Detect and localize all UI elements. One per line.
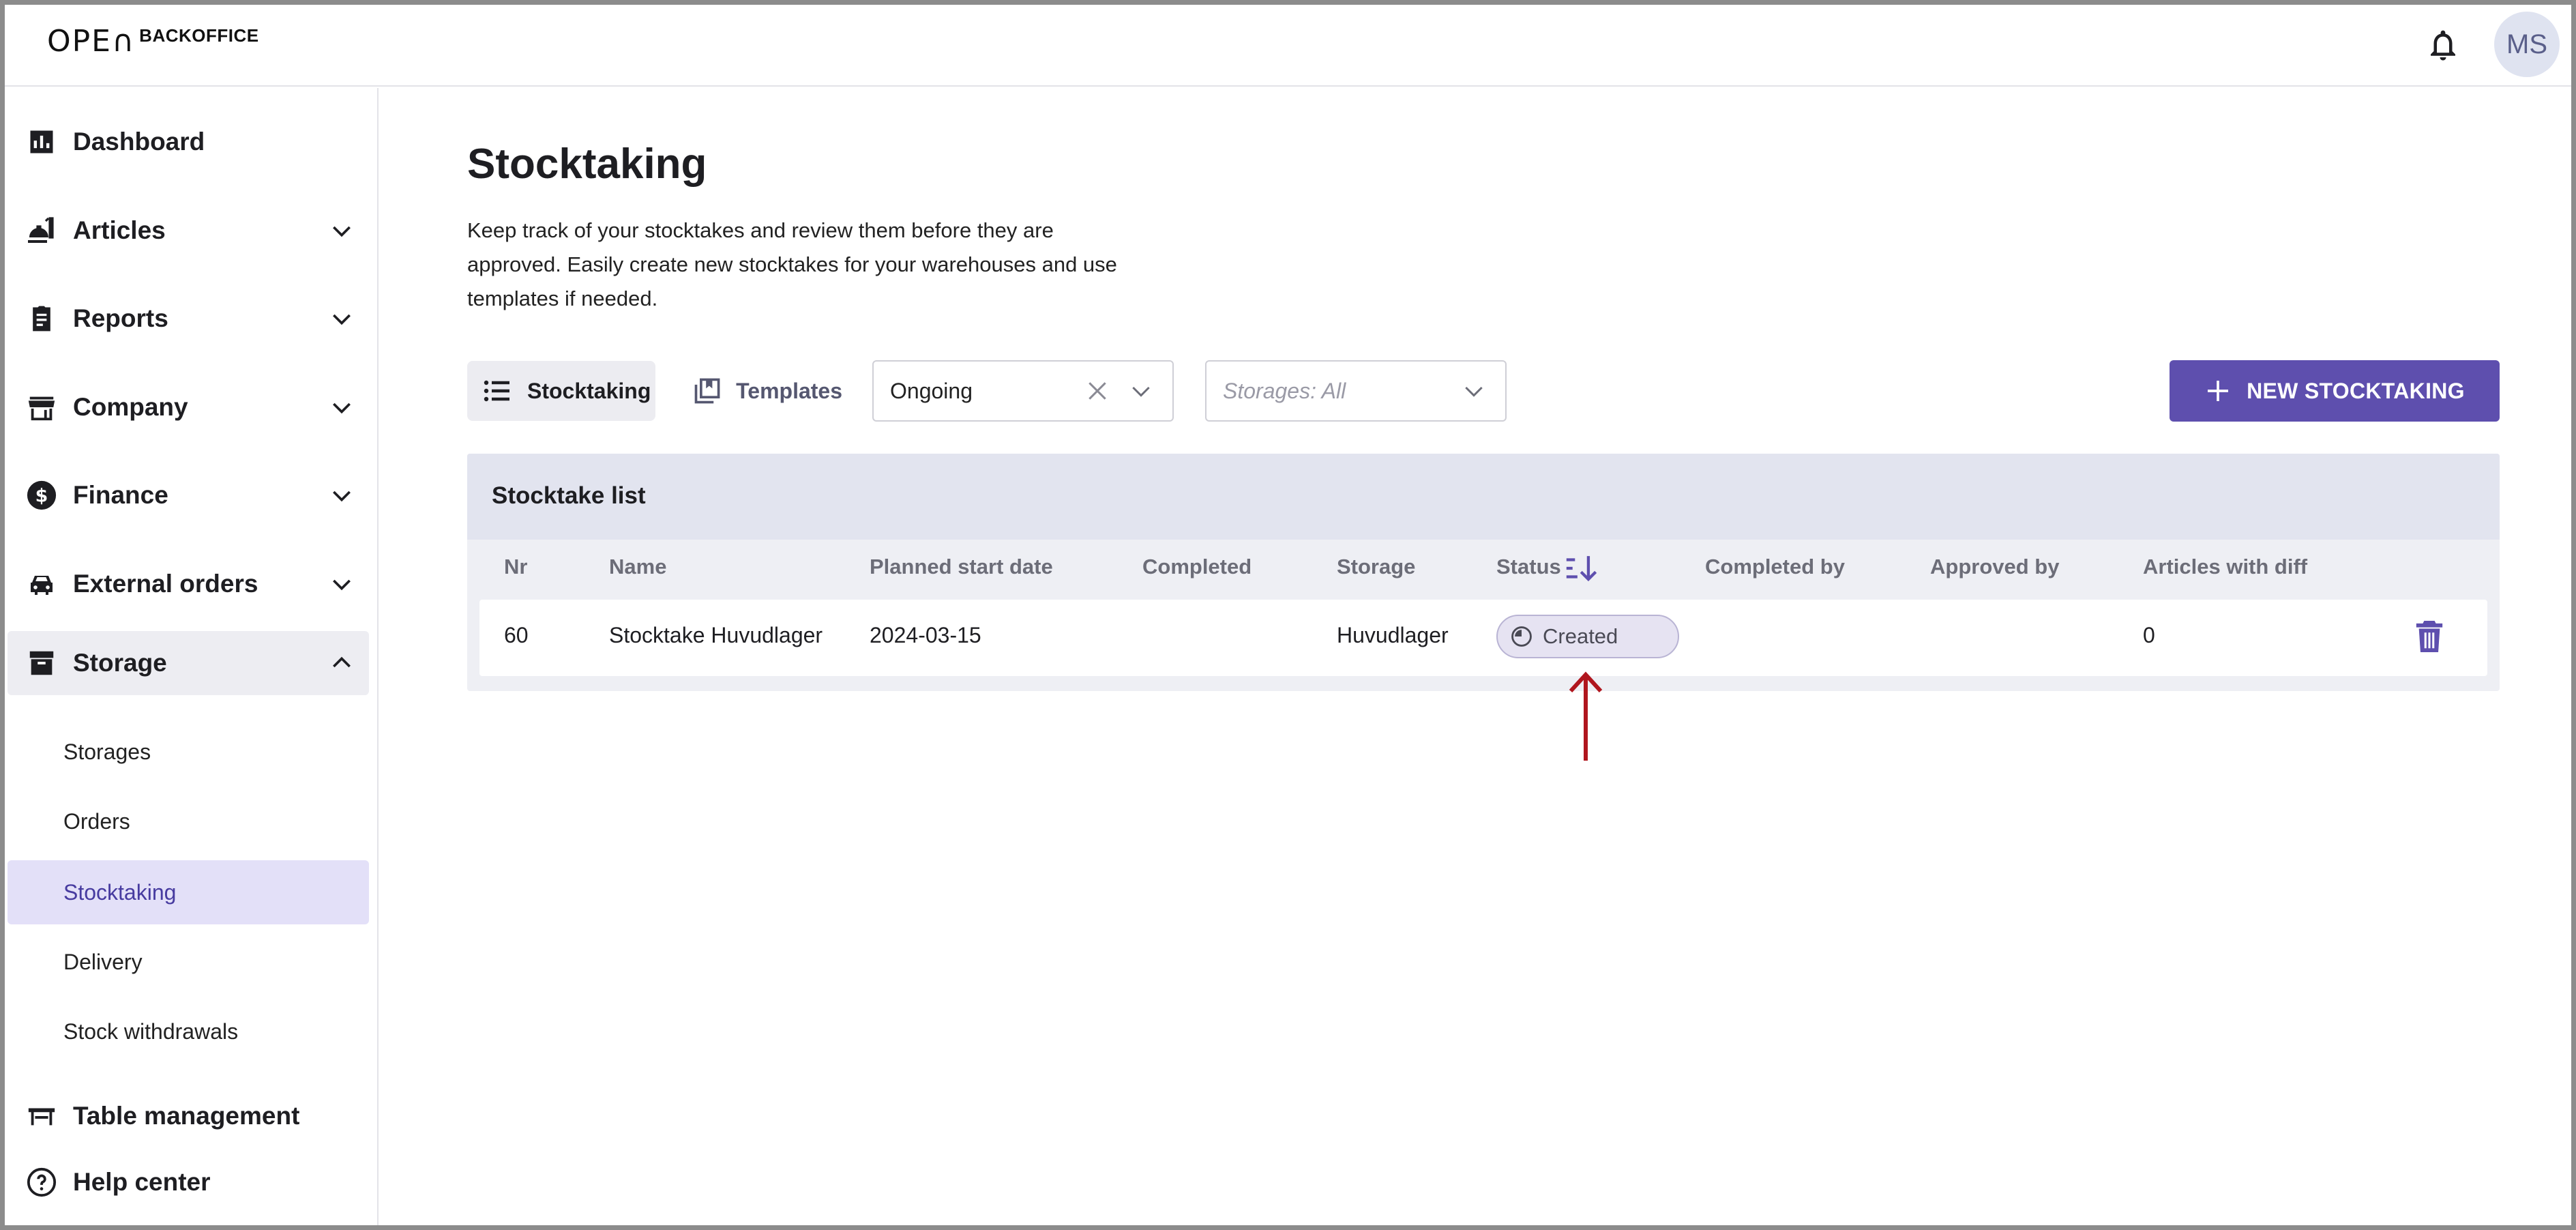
chevron-down-icon (333, 490, 351, 502)
sidebar-item-label: Company (73, 393, 188, 421)
cell-nr: 60 (504, 623, 529, 647)
sidebar-item-external-orders[interactable]: External orders (8, 552, 369, 616)
sidebar-sub-orders[interactable]: Orders (8, 789, 369, 853)
sidebar-item-label: Articles (73, 216, 166, 244)
tab-stocktaking[interactable]: Stocktaking (467, 361, 655, 421)
sidebar-item-dashboard[interactable]: Dashboard (8, 110, 369, 174)
card-header: Stocktake list (467, 454, 2500, 540)
app-window: OPE∩ BACKOFFICE MS Dashboard Articles Re… (0, 0, 2576, 1230)
plus-icon (2208, 381, 2229, 401)
food-icon (23, 211, 61, 250)
column-header-articles-with-diff[interactable]: Articles with diff (2143, 555, 2307, 579)
top-bar: OPE∩ BACKOFFICE MS (5, 5, 2571, 87)
column-header-nr[interactable]: Nr (504, 555, 527, 579)
sidebar-item-help-center[interactable]: Help center (8, 1150, 369, 1214)
chevron-up-icon (333, 656, 351, 668)
chevron-down-icon (333, 226, 351, 237)
car-icon (23, 565, 61, 603)
sidebar-sub-delivery[interactable]: Delivery (8, 930, 369, 994)
cell-name: Stocktake Huvudlager (609, 623, 823, 647)
card-title: Stocktake list (492, 482, 646, 509)
status-filter-select[interactable]: Ongoing (872, 360, 1174, 422)
sidebar-item-label: Reports (73, 304, 168, 332)
sidebar-item-label: Dashboard (73, 128, 205, 156)
column-header-storage[interactable]: Storage (1337, 555, 1415, 579)
column-header-planned-start-date[interactable]: Planned start date (870, 555, 1053, 579)
sidebar-item-label: Finance (73, 481, 168, 509)
chevron-down-icon[interactable] (1127, 377, 1155, 405)
tab-label: Templates (736, 378, 842, 403)
sidebar-item-finance[interactable]: $ Finance (8, 463, 369, 527)
templates-icon (694, 378, 720, 404)
column-header-completed[interactable]: Completed (1142, 555, 1252, 579)
store-icon (23, 388, 61, 426)
sidebar-sub-stocktaking[interactable]: Stocktaking (8, 860, 369, 924)
storage-filter-placeholder: Storages: All (1223, 378, 1346, 403)
list-icon (484, 380, 509, 402)
archive-icon (23, 644, 61, 682)
chevron-down-icon (333, 579, 351, 591)
status-filter-value: Ongoing (890, 378, 973, 403)
cell-planned-start: 2024-03-15 (870, 623, 981, 647)
sidebar-item-storage[interactable]: Storage (8, 631, 369, 695)
sidebar-sub-storages[interactable]: Storages (8, 720, 369, 784)
column-header-name[interactable]: Name (609, 555, 666, 579)
logo-mark: OPE∩ (47, 24, 136, 59)
sidebar-sub-stock-withdrawals[interactable]: Stock withdrawals (8, 999, 369, 1064)
sidebar-item-reports[interactable]: Reports (8, 287, 369, 351)
sidebar-item-label: Table management (73, 1102, 300, 1130)
column-header-completed-by[interactable]: Completed by (1705, 555, 1845, 579)
new-stocktaking-label: NEW STOCKTAKING (2247, 378, 2465, 403)
sidebar-item-table-management[interactable]: Table management (8, 1084, 369, 1148)
clear-icon[interactable] (1084, 377, 1111, 405)
cell-storage: Huvudlager (1337, 623, 1449, 647)
sidebar-item-label: Help center (73, 1168, 211, 1196)
tab-label: Stocktaking (527, 378, 651, 403)
delete-trash-icon[interactable] (2414, 619, 2445, 654)
help-icon (23, 1163, 61, 1201)
status-badge-label: Created (1543, 624, 1618, 648)
new-stocktaking-button[interactable]: NEW STOCKTAKING (2170, 360, 2500, 422)
sidebar-item-company[interactable]: Company (8, 375, 369, 439)
user-avatar[interactable]: MS (2494, 12, 2560, 77)
status-badge: Created (1496, 615, 1679, 658)
chevron-down-icon (333, 402, 351, 414)
sidebar: Dashboard Articles Reports Company $ Fin… (5, 88, 379, 1225)
sidebar-item-label: External orders (73, 570, 258, 598)
tab-templates[interactable]: Templates (679, 361, 842, 421)
sidebar-item-articles[interactable]: Articles (8, 199, 369, 263)
sort-descending-icon[interactable] (1565, 553, 1599, 583)
clock-pie-icon (1511, 626, 1532, 647)
chevron-down-icon[interactable] (1460, 377, 1487, 405)
page-title: Stocktaking (467, 141, 707, 188)
table-icon (23, 1097, 61, 1135)
logo-text: BACKOFFICE (139, 25, 259, 46)
notification-bell-icon[interactable] (2425, 25, 2461, 65)
bar-chart-icon (23, 123, 61, 161)
logo[interactable]: OPE∩ BACKOFFICE (47, 23, 259, 61)
dollar-icon: $ (23, 476, 61, 514)
cell-articles-with-diff: 0 (2143, 623, 2155, 647)
storage-filter-select[interactable]: Storages: All (1205, 360, 1507, 422)
column-header-approved-by[interactable]: Approved by (1930, 555, 2059, 579)
svg-text:$: $ (35, 486, 48, 507)
column-header-status[interactable]: Status (1496, 555, 1561, 579)
chevron-down-icon (333, 314, 351, 325)
page-description: Keep track of your stocktakes and review… (467, 218, 1117, 310)
clipboard-icon (23, 299, 61, 338)
annotation-arrow-icon (1569, 671, 1603, 761)
sidebar-item-label: Storage (73, 649, 167, 677)
